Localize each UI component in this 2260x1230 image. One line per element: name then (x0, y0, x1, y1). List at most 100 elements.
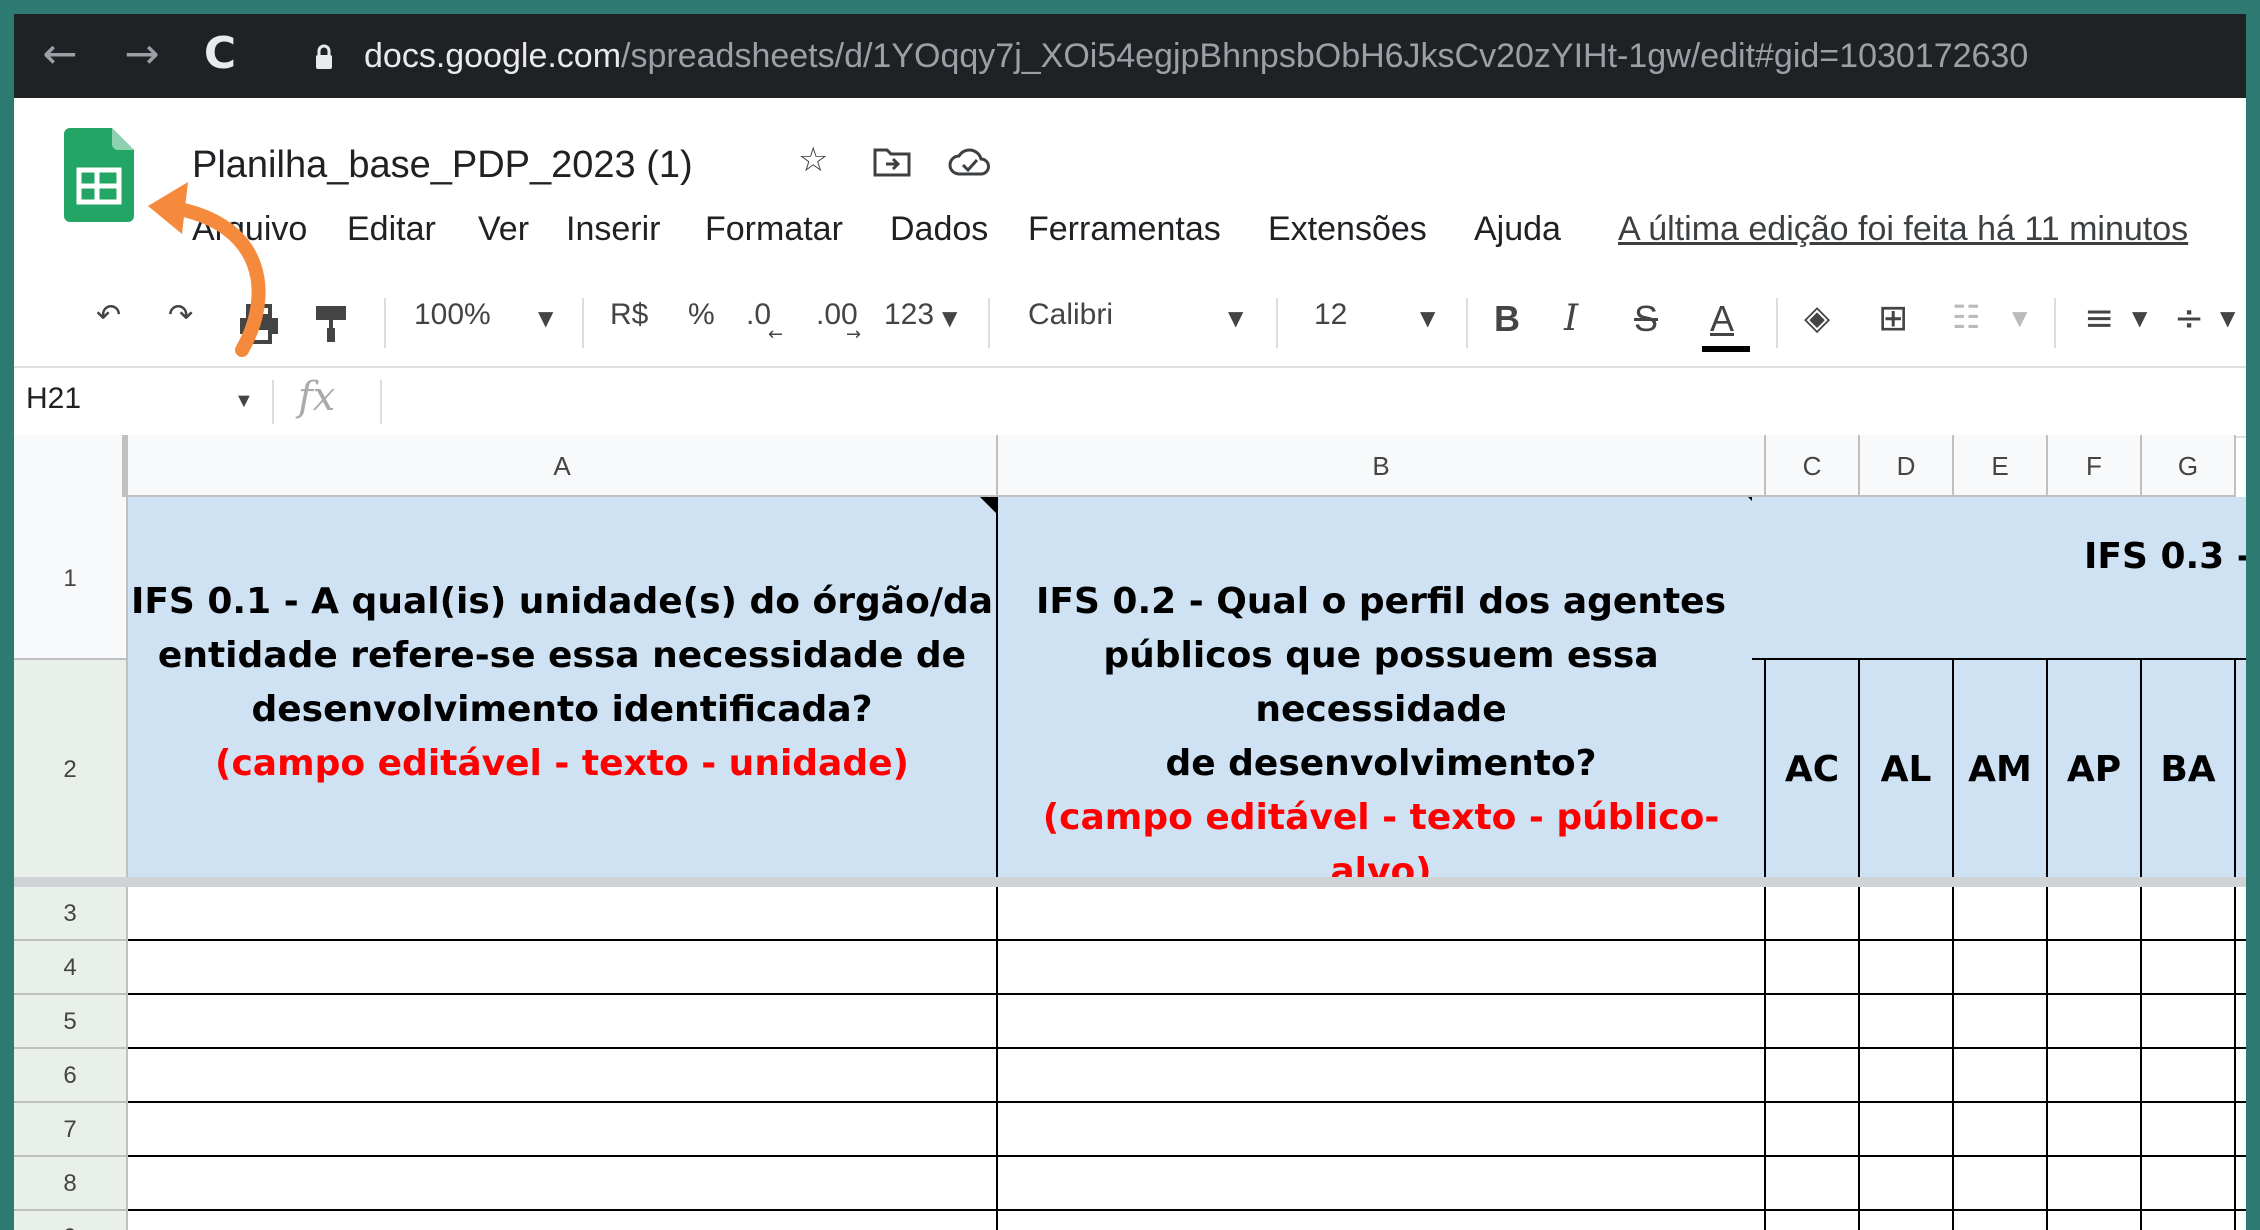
grid-cell[interactable] (2236, 1157, 2246, 1211)
font-size-caret-icon[interactable]: ▼ (1420, 306, 1435, 330)
row-header-8[interactable]: 8 (14, 1157, 128, 1211)
reload-icon[interactable]: C (192, 26, 248, 82)
grid-cell[interactable] (2142, 1211, 2236, 1230)
star-icon[interactable]: ☆ (798, 140, 828, 180)
zoom-caret-icon[interactable]: ▼ (538, 306, 553, 330)
horizontal-align-caret-icon[interactable]: ▼ (2132, 306, 2147, 330)
italic-button[interactable]: I (1564, 298, 1578, 339)
grid-cell[interactable] (998, 1103, 1766, 1157)
url-field[interactable]: docs.google.com/spreadsheets/d/1YOqqy7j_… (364, 32, 2028, 80)
grid-cell[interactable] (998, 1049, 1766, 1103)
grid-cell[interactable] (128, 995, 998, 1049)
grid-cell[interactable] (1954, 1211, 2048, 1230)
grid-cell[interactable] (1954, 887, 2048, 941)
state-header-al[interactable]: AL (1860, 660, 1954, 879)
grid-cell[interactable] (2048, 1211, 2142, 1230)
strikethrough-button[interactable]: S (1634, 298, 1658, 340)
header-cell-c-merged[interactable]: IFS 0.3 - Q (1752, 497, 2246, 660)
grid-cell[interactable] (2048, 941, 2142, 995)
row-header-1[interactable]: 1 (14, 497, 128, 660)
grid-cell[interactable] (2048, 1049, 2142, 1103)
more-formats-button[interactable]: 123 (884, 298, 934, 332)
grid-cell[interactable] (1954, 1103, 2048, 1157)
font-family-select[interactable]: Calibri (1028, 298, 1113, 332)
column-header-a[interactable]: A (128, 435, 998, 497)
grid-cell[interactable] (1766, 1049, 1860, 1103)
grid-cell[interactable] (2236, 995, 2246, 1049)
grid-cell[interactable] (2048, 1157, 2142, 1211)
back-arrow-icon[interactable]: ← (32, 26, 88, 82)
borders-icon[interactable]: ⊞ (1878, 298, 1908, 339)
bold-button[interactable]: B (1494, 298, 1520, 340)
grid-cell[interactable] (1954, 1049, 2048, 1103)
grid-cell[interactable] (998, 887, 1766, 941)
grid-cell[interactable] (2142, 1103, 2236, 1157)
name-box-caret-icon[interactable]: ▼ (234, 390, 254, 413)
grid-cell[interactable] (998, 1157, 1766, 1211)
percent-format-button[interactable]: % (688, 298, 715, 332)
column-header-g[interactable]: G (2142, 435, 2236, 497)
column-header-f[interactable]: F (2048, 435, 2142, 497)
grid-cell[interactable] (1860, 1211, 1954, 1230)
menu-formatar[interactable]: Formatar (705, 210, 843, 249)
grid-cell[interactable] (2236, 1103, 2246, 1157)
grid-cell[interactable] (128, 1103, 998, 1157)
more-formats-caret-icon[interactable]: ▼ (942, 306, 957, 330)
menu-ver[interactable]: Ver (478, 210, 529, 249)
column-header-d[interactable]: D (1860, 435, 1954, 497)
grid-cell[interactable] (1860, 995, 1954, 1049)
grid-cell[interactable] (128, 941, 998, 995)
row-header-3[interactable]: 3 (14, 887, 128, 941)
name-box[interactable]: H21 (26, 382, 81, 416)
grid-cell[interactable] (1766, 995, 1860, 1049)
paint-format-icon[interactable] (314, 304, 350, 344)
grid-cell[interactable] (2236, 1211, 2246, 1230)
grid-cell[interactable] (2048, 1103, 2142, 1157)
font-size-select[interactable]: 12 (1314, 298, 1347, 332)
last-edit-link[interactable]: A última edição foi feita há 11 minutos (1618, 210, 2188, 249)
grid-cell[interactable] (128, 1157, 998, 1211)
menu-dados[interactable]: Dados (890, 210, 988, 249)
grid-cell[interactable] (1766, 941, 1860, 995)
row-header-9[interactable]: 9 (14, 1211, 128, 1230)
cloud-saved-icon[interactable] (948, 146, 992, 178)
grid-cell[interactable] (1954, 995, 2048, 1049)
row-header-5[interactable]: 5 (14, 995, 128, 1049)
grid-cell[interactable] (2236, 887, 2246, 941)
menu-inserir[interactable]: Inserir (566, 210, 660, 249)
vertical-align-icon[interactable]: ÷ (2174, 298, 2204, 339)
font-family-caret-icon[interactable]: ▼ (1228, 306, 1243, 330)
row-header-7[interactable]: 7 (14, 1103, 128, 1157)
grid-cell[interactable] (128, 1049, 998, 1103)
grid-cell[interactable] (2048, 887, 2142, 941)
text-color-button[interactable]: A (1710, 298, 1734, 340)
grid-cell[interactable] (2142, 1157, 2236, 1211)
grid-cell[interactable] (998, 1211, 1766, 1230)
grid-cell[interactable] (1766, 1157, 1860, 1211)
grid-cell[interactable] (2142, 995, 2236, 1049)
row-header-6[interactable]: 6 (14, 1049, 128, 1103)
grid-cell[interactable] (2142, 1049, 2236, 1103)
grid-cell[interactable] (998, 941, 1766, 995)
lock-icon[interactable] (314, 44, 334, 70)
fill-color-icon[interactable]: ◈ (1804, 298, 1830, 338)
state-header-ba[interactable]: BA (2142, 660, 2236, 879)
horizontal-align-icon[interactable]: ≡ (2084, 298, 2114, 339)
column-header-c[interactable]: C (1766, 435, 1860, 497)
frozen-rows-divider[interactable] (14, 877, 2246, 887)
grid-cell[interactable] (1860, 941, 1954, 995)
grid-cell[interactable] (1860, 1049, 1954, 1103)
grid-cell[interactable] (1766, 887, 1860, 941)
vertical-align-caret-icon[interactable]: ▼ (2220, 306, 2235, 330)
column-header-e[interactable]: E (1954, 435, 2048, 497)
grid-cell[interactable] (998, 995, 1766, 1049)
currency-format-button[interactable]: R$ (610, 298, 648, 332)
menu-editar[interactable]: Editar (347, 210, 436, 249)
state-header-am[interactable]: AM (1954, 660, 2048, 879)
select-all-corner[interactable] (14, 435, 128, 499)
grid-cell[interactable] (1860, 887, 1954, 941)
state-header-ap[interactable]: AP (2048, 660, 2142, 879)
menu-ferramentas[interactable]: Ferramentas (1028, 210, 1221, 249)
grid-cell[interactable] (1860, 1103, 1954, 1157)
grid-cell[interactable] (2236, 941, 2246, 995)
